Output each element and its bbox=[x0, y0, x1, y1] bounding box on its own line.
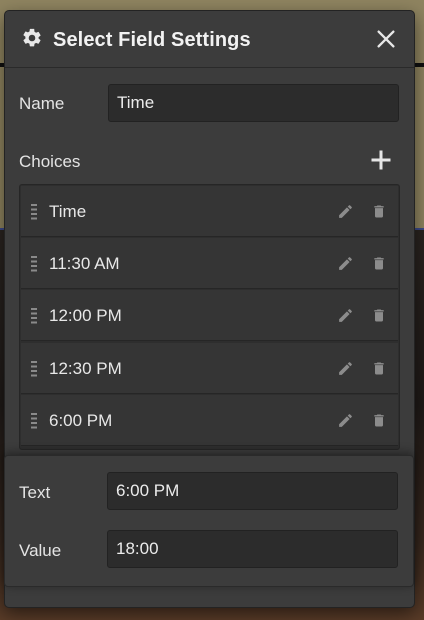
text-label: Text bbox=[19, 483, 51, 502]
dialog-title: Select Field Settings bbox=[53, 29, 251, 51]
choice-value-input[interactable]: 18:00 bbox=[107, 530, 398, 568]
name-input[interactable]: Time bbox=[108, 84, 399, 122]
trash-icon[interactable] bbox=[371, 255, 387, 272]
choice-item[interactable]: 12:30 PM bbox=[21, 343, 398, 394]
edit-choice-panel: Text 6:00 PM Value 18:00 bbox=[4, 455, 414, 587]
trash-icon[interactable] bbox=[371, 360, 387, 377]
drag-handle-icon[interactable] bbox=[31, 308, 37, 324]
drag-handle-icon[interactable] bbox=[31, 413, 37, 429]
choice-text: Time bbox=[49, 202, 87, 221]
choice-text-input[interactable]: 6:00 PM bbox=[107, 472, 398, 510]
trash-icon[interactable] bbox=[371, 203, 387, 220]
pencil-icon[interactable] bbox=[337, 360, 354, 377]
choice-text: 12:30 PM bbox=[49, 359, 122, 378]
choices-label: Choices bbox=[19, 152, 81, 171]
value-label: Value bbox=[19, 541, 62, 560]
choice-item[interactable]: 12:00 PM bbox=[21, 290, 398, 341]
dialog-header: Select Field Settings bbox=[5, 11, 414, 68]
pencil-icon[interactable] bbox=[337, 255, 354, 272]
pencil-icon[interactable] bbox=[337, 307, 354, 324]
drag-handle-icon[interactable] bbox=[31, 204, 37, 220]
choice-text: 11:30 AM bbox=[49, 254, 120, 273]
close-icon[interactable] bbox=[375, 28, 397, 50]
choice-text: 6:00 PM bbox=[49, 411, 113, 430]
pencil-icon[interactable] bbox=[337, 203, 354, 220]
name-label: Name bbox=[19, 94, 65, 113]
trash-icon[interactable] bbox=[371, 412, 387, 429]
choice-item[interactable]: 6:00 PM bbox=[21, 395, 398, 446]
choice-text: 12:00 PM bbox=[49, 306, 122, 325]
gear-icon bbox=[23, 28, 41, 47]
pencil-icon[interactable] bbox=[337, 412, 354, 429]
trash-icon[interactable] bbox=[371, 307, 387, 324]
choice-item[interactable]: Time bbox=[21, 186, 398, 237]
choice-item[interactable]: 11:30 AM bbox=[21, 238, 398, 289]
choices-list: Time 11:30 AM 12:00 PM 12:30 PM 6:00 PM bbox=[19, 184, 400, 450]
drag-handle-icon[interactable] bbox=[31, 361, 37, 377]
plus-icon[interactable] bbox=[371, 150, 391, 170]
drag-handle-icon[interactable] bbox=[31, 256, 37, 272]
